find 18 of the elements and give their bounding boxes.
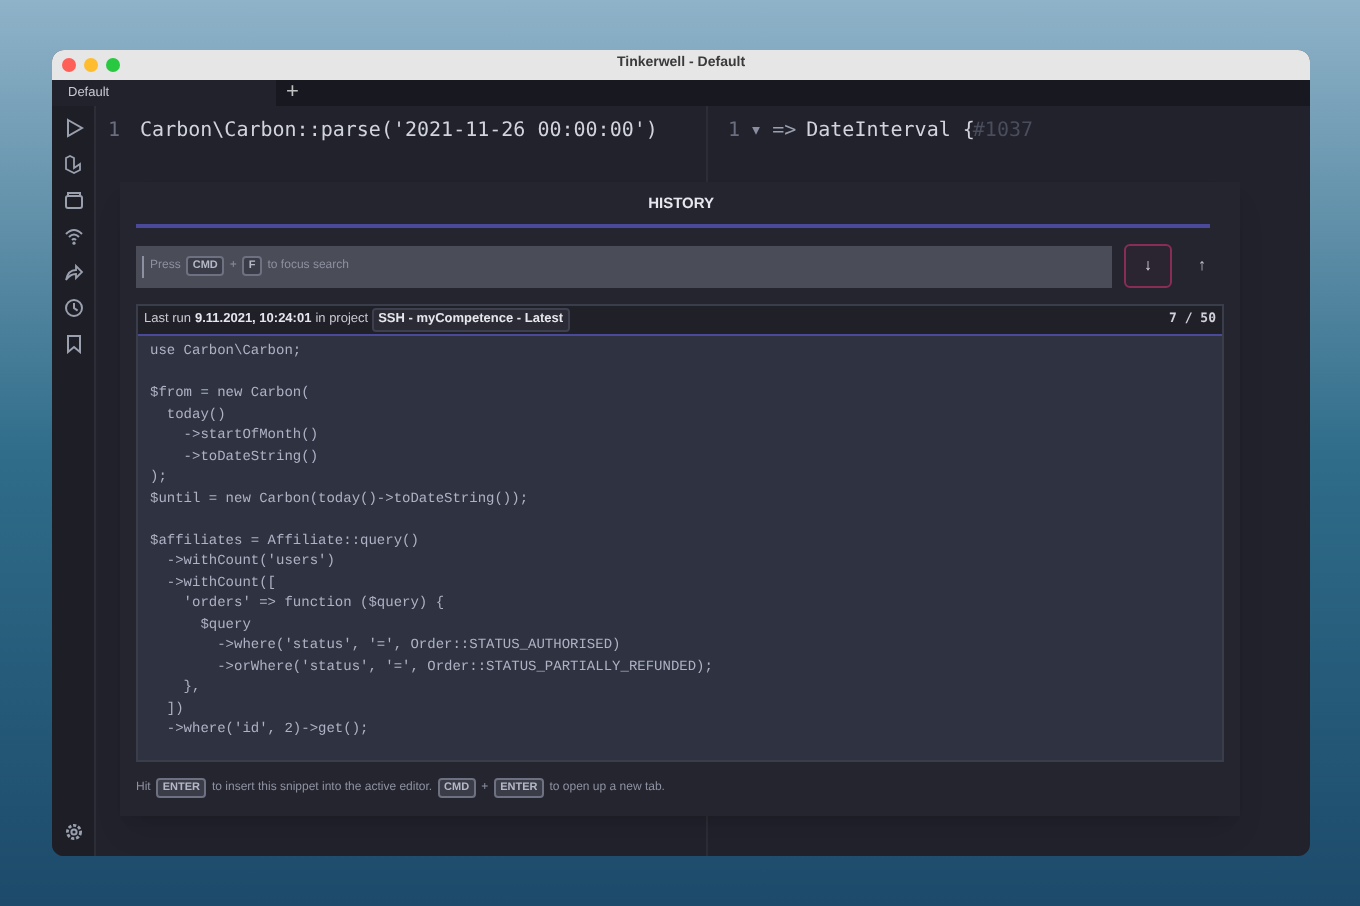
wifi-icon[interactable] [63, 226, 83, 246]
output-line: DateInterval { [806, 118, 975, 146]
share-arrow-icon[interactable] [63, 262, 83, 282]
previous-entry-button[interactable]: ↑ [1180, 244, 1224, 288]
result-arrow: => [772, 118, 797, 146]
clock-icon[interactable] [63, 298, 83, 318]
bookmark-icon[interactable] [63, 334, 83, 354]
play-icon[interactable] [63, 118, 83, 138]
new-tab-button[interactable]: + [280, 80, 305, 106]
laravel-icon[interactable] [63, 154, 83, 174]
settings-icon[interactable] [63, 822, 83, 842]
line-number: 1 [108, 118, 121, 146]
object-id: #1037 [972, 118, 1034, 146]
folder-icon[interactable] [63, 190, 83, 210]
code-line: Carbon\Carbon::parse('2021-11-26 00:00:00') [140, 118, 658, 146]
next-entry-button[interactable]: ↓ [1124, 244, 1172, 288]
fold-toggle[interactable]: ▾ [750, 118, 763, 146]
line-number: 1 [728, 118, 741, 146]
